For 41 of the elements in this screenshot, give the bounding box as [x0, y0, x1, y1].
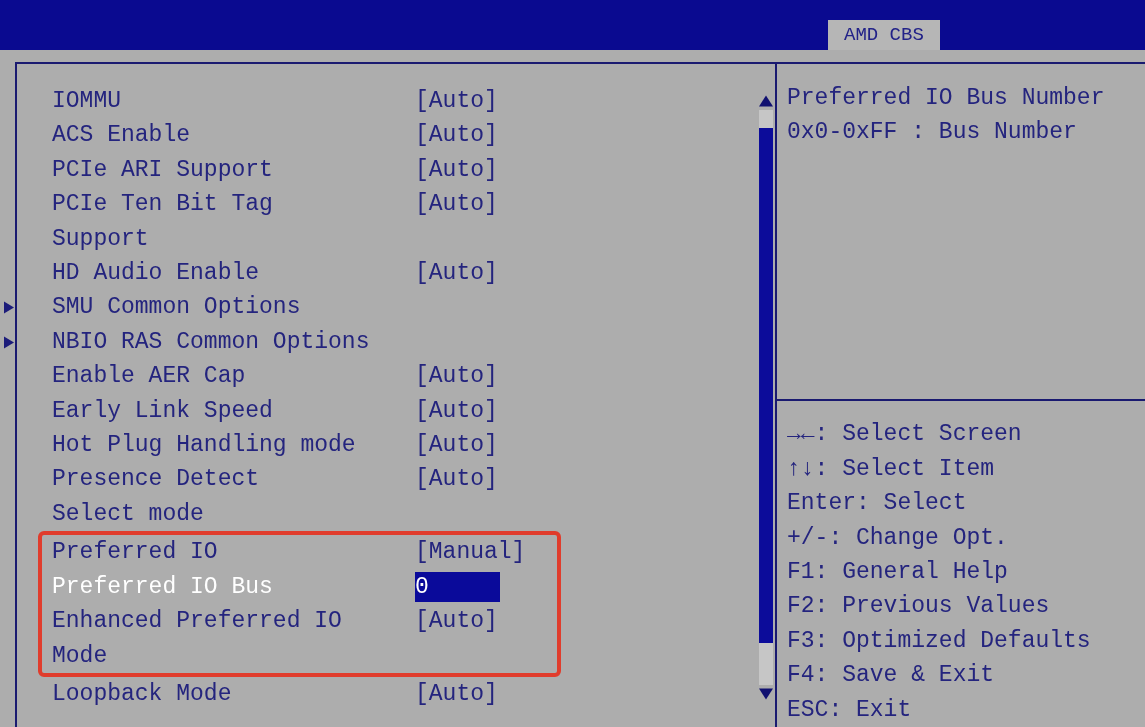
- key-hint: F3: Optimized Defaults: [787, 626, 1092, 656]
- scroll-down-icon[interactable]: [759, 687, 773, 701]
- key-hint: F1: General Help: [787, 557, 1009, 587]
- key-hint: F4: Save & Exit: [787, 661, 996, 691]
- setting-label[interactable]: Enhanced Preferred IO Mode: [52, 604, 415, 673]
- setting-value[interactable]: [Auto]: [415, 428, 498, 463]
- setting-label[interactable]: PCIe Ten Bit Tag Support: [52, 187, 415, 257]
- setting-label[interactable]: HD Audio Enable: [52, 256, 415, 291]
- scroll-up-icon[interactable]: [759, 94, 773, 108]
- setting-label[interactable]: IOMMU: [52, 84, 415, 119]
- setting-value[interactable]: [Auto]: [415, 359, 498, 394]
- setting-value[interactable]: [Auto]: [415, 84, 498, 119]
- setting-label[interactable]: ACS Enable: [52, 118, 415, 153]
- setting-label[interactable]: Preferred IO: [52, 535, 415, 570]
- setting-value[interactable]: [Auto]: [415, 393, 498, 429]
- setting-label[interactable]: Loopback Mode: [52, 676, 415, 712]
- setting-value[interactable]: [Auto]: [415, 152, 498, 188]
- submenu-item[interactable]: NBIO RAS Common Options: [52, 324, 370, 360]
- submenu-item[interactable]: SMU Common Options: [52, 290, 301, 325]
- key-hint: +/-: Change Opt.: [787, 523, 1009, 553]
- setting-value[interactable]: [Auto]: [415, 604, 498, 673]
- tab[interactable]: AMD CBS: [828, 20, 940, 50]
- key-hint: →←: Select Screen: [787, 420, 1023, 450]
- value-field[interactable]: 0: [415, 571, 500, 602]
- setting-value[interactable]: [Manual]: [415, 535, 526, 570]
- setting-label[interactable]: Enable AER Cap: [52, 359, 415, 394]
- setting-value[interactable]: [Auto]: [415, 187, 498, 257]
- key-hint: F2: Previous Values: [787, 592, 1051, 622]
- setting-label[interactable]: Early Link Speed: [52, 393, 415, 429]
- key-hint: ESC: Exit: [787, 695, 913, 725]
- setting-value[interactable]: [Auto]: [415, 118, 498, 153]
- setting-value[interactable]: [Auto]: [415, 676, 498, 712]
- help-text: Preferred IO Bus Number: [787, 84, 1106, 113]
- setting-value[interactable]: [Auto]: [415, 462, 498, 532]
- setting-value[interactable]: [Auto]: [415, 256, 498, 291]
- help-text: 0x0-0xFF : Bus Number: [787, 118, 1078, 148]
- key-hint: ↑↓: Select Item: [787, 454, 996, 484]
- setting-label[interactable]: PCIe ARI Support: [52, 152, 415, 188]
- setting-label[interactable]: Presence Detect Select mode: [52, 462, 415, 532]
- setting-label[interactable]: Hot Plug Handling mode: [52, 428, 415, 463]
- key-hint: Enter: Select: [787, 489, 968, 519]
